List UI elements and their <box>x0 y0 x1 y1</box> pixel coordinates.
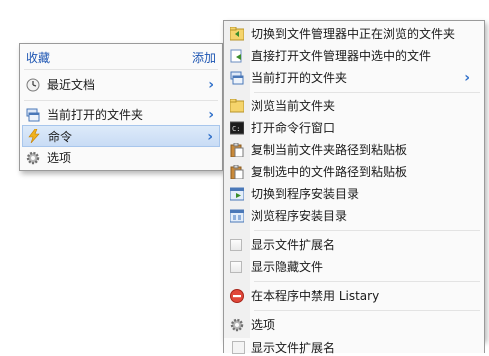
menu-item-label: 切换到文件管理器中正在浏览的文件夹 <box>251 27 456 41</box>
program-folder-switch-icon <box>229 187 245 201</box>
windows-stack-icon <box>26 108 40 122</box>
clock-icon <box>26 78 40 92</box>
menu-item-label: 显示文件扩展名 <box>251 341 336 355</box>
menu-item-label: 最近文档 <box>47 78 96 92</box>
separator <box>254 310 480 311</box>
checkbox-icon <box>232 341 245 354</box>
menu-item-label: 打开命令行窗口 <box>251 121 336 135</box>
separator <box>254 92 480 93</box>
chevron-right-icon: › <box>208 77 214 93</box>
menu-item-browse-current-folder[interactable]: 浏览当前文件夹 <box>224 95 484 117</box>
separator <box>254 281 480 282</box>
menu-item-current-folders[interactable]: 当前打开的文件夹 › <box>20 104 222 126</box>
menu-item-label: 浏览程序安装目录 <box>251 209 348 223</box>
menu-item-show-hidden-files[interactable]: 显示隐藏文件 <box>224 256 484 278</box>
svg-text:C:: C: <box>232 125 240 133</box>
program-folder-browse-icon <box>229 209 245 223</box>
chevron-right-icon: › <box>208 107 214 123</box>
menu-item-label: 复制当前文件夹路径到粘贴板 <box>251 143 408 157</box>
windows-stack-icon <box>230 71 244 85</box>
menu-item-browse-install-dir[interactable]: 浏览程序安装目录 <box>224 205 484 227</box>
menu-item-label: 显示文件扩展名 <box>251 238 336 252</box>
separator <box>24 100 218 101</box>
favorites-title: 收藏 <box>26 51 51 65</box>
menu-item-label: 浏览当前文件夹 <box>251 99 336 113</box>
menu-item-label: 复制选中的文件路径到粘贴板 <box>251 165 408 179</box>
clipboard-icon <box>230 164 244 180</box>
add-favorite-link[interactable]: 添加 <box>192 49 216 66</box>
folder-browse-icon <box>229 98 245 113</box>
clipboard-icon <box>230 142 244 158</box>
gear-icon <box>26 151 40 165</box>
menu-item-label: 切换到程序安装目录 <box>251 187 360 201</box>
menu-item-label: 当前打开的文件夹 <box>47 108 144 122</box>
menu-item-label: 当前打开的文件夹 <box>251 71 348 85</box>
menu-item-label: 显示隐藏文件 <box>251 260 324 274</box>
menu-item-switch-to-install-dir[interactable]: 切换到程序安装目录 <box>224 183 484 205</box>
menu-item-label: 命令 <box>48 130 73 144</box>
menu-item-label: 在本程序中禁用 Listary <box>251 289 380 303</box>
menu-item-disable-listary[interactable]: 在本程序中禁用 Listary <box>224 285 484 307</box>
separator <box>254 230 480 231</box>
lightning-icon <box>27 128 41 144</box>
menu-item-label: 直接打开文件管理器中选中的文件 <box>251 49 432 63</box>
menu-item-current-folders[interactable]: 当前打开的文件夹 › <box>224 67 484 89</box>
menu-item-show-file-extensions-ghost: 显示文件扩展名 <box>223 338 485 355</box>
menu-item-copy-folder-path[interactable]: 复制当前文件夹路径到粘贴板 <box>224 139 484 161</box>
menu-item-label: 选项 <box>47 151 72 165</box>
terminal-icon: C: <box>229 121 245 135</box>
menu-item-open-command-prompt[interactable]: C: 打开命令行窗口 <box>224 117 484 139</box>
menu-item-open-selected-file[interactable]: 直接打开文件管理器中选中的文件 <box>224 45 484 67</box>
checkbox-icon[interactable] <box>230 261 242 273</box>
menu-item-options[interactable]: 选项 <box>20 147 222 169</box>
menu-item-switch-to-browsed-folder[interactable]: 切换到文件管理器中正在浏览的文件夹 <box>224 23 484 45</box>
menu-item-copy-selected-file-path[interactable]: 复制选中的文件路径到粘贴板 <box>224 161 484 183</box>
favorites-menu: 收藏 添加 最近文档 › 当前打开的文件夹 › 命令 › 选项 <box>19 43 223 171</box>
menu-item-commands[interactable]: 命令 › <box>22 125 220 147</box>
commands-submenu: 切换到文件管理器中正在浏览的文件夹 直接打开文件管理器中选中的文件 当前打开的文… <box>223 20 485 340</box>
menu-item-recent-documents[interactable]: 最近文档 › <box>20 74 222 96</box>
open-file-icon <box>230 49 244 63</box>
checkbox-icon[interactable] <box>230 239 242 251</box>
folder-switch-icon <box>229 26 245 41</box>
separator <box>24 69 218 70</box>
chevron-right-icon: › <box>207 129 213 145</box>
menu-item-label: 选项 <box>251 318 276 332</box>
chevron-right-icon: › <box>464 70 470 86</box>
menu-item-show-file-extensions[interactable]: 显示文件扩展名 <box>224 234 484 256</box>
menu-item-options[interactable]: 选项 <box>224 314 484 336</box>
gear-icon <box>230 318 244 332</box>
disable-icon <box>230 289 244 303</box>
